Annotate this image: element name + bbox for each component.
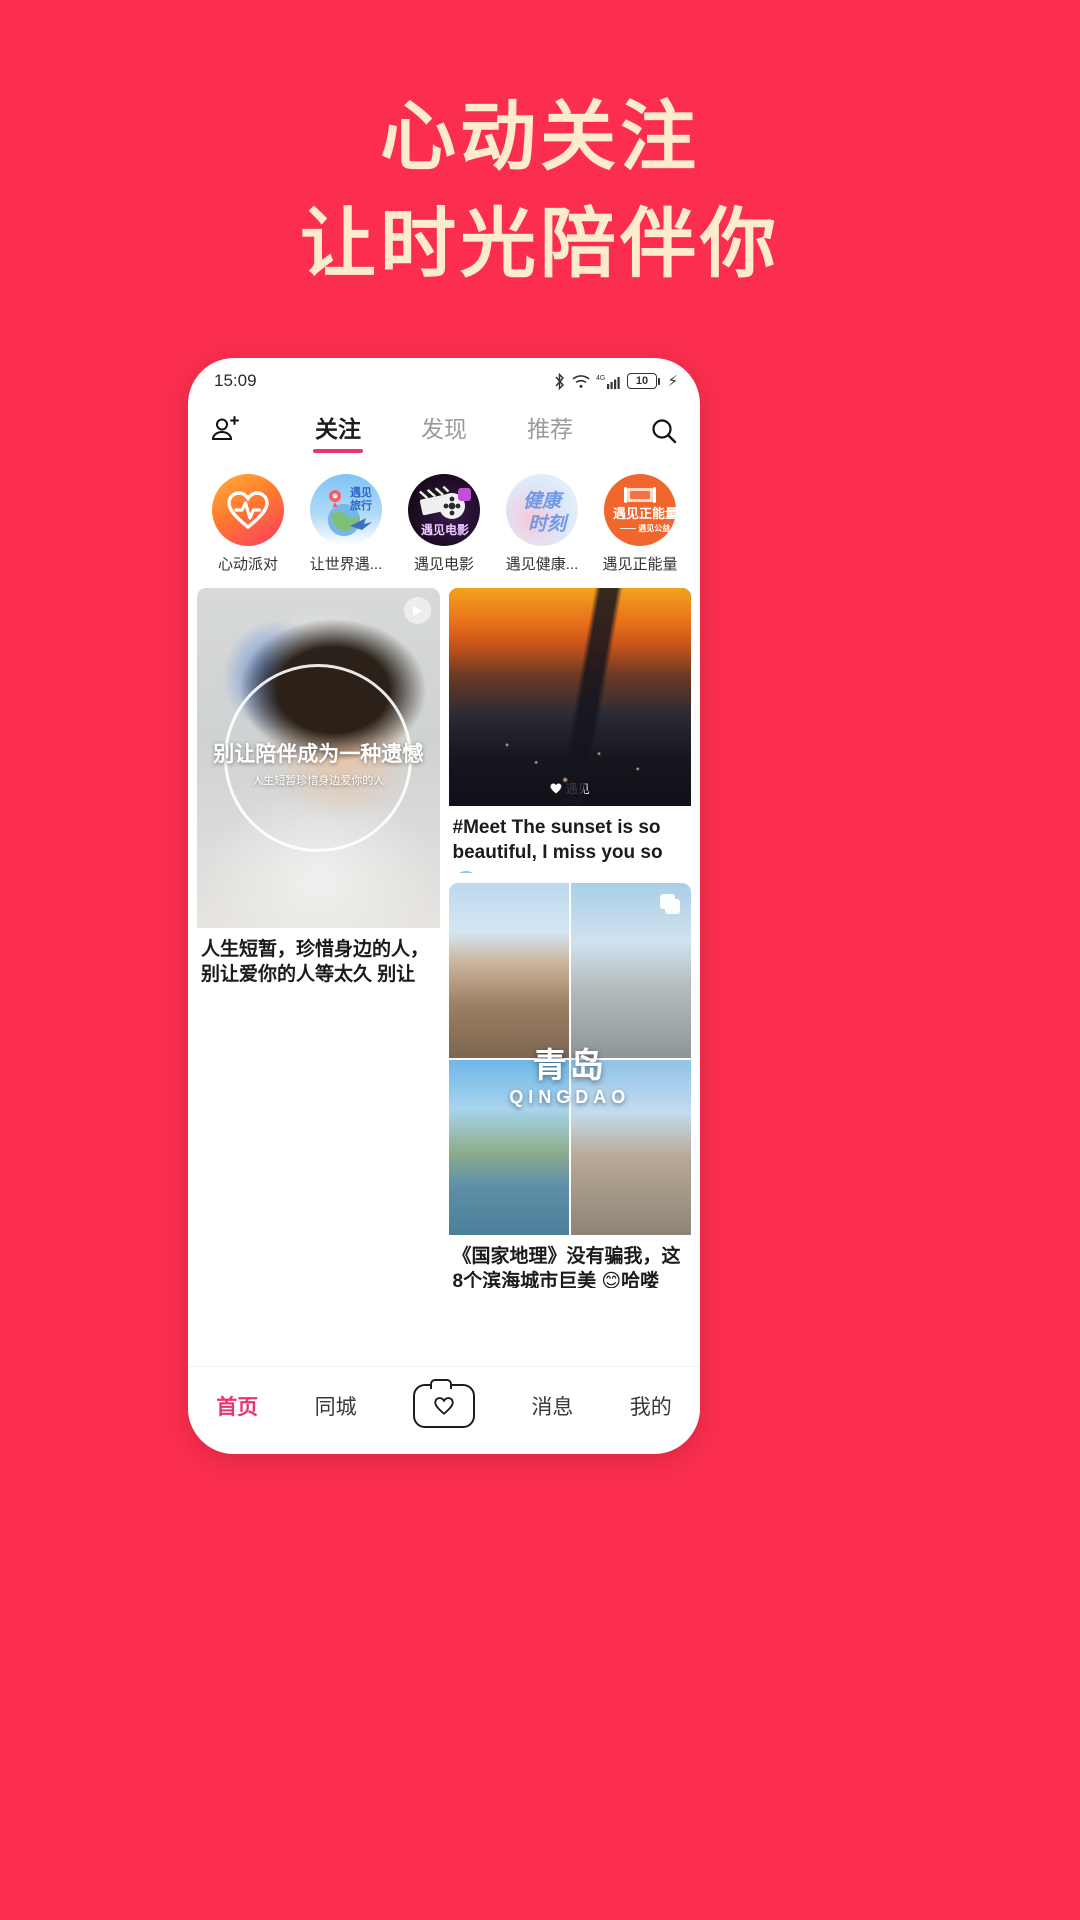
search-icon[interactable] — [632, 417, 678, 445]
svg-text:遇见正能量: 遇见正能量 — [613, 506, 676, 521]
multi-photo-icon — [658, 892, 682, 916]
svg-text:遇见: 遇见 — [350, 486, 372, 499]
bottom-nav-messages[interactable]: 消息 — [531, 1391, 573, 1421]
card-footer: 让世界遇见你 1 — [449, 870, 692, 873]
feed-card[interactable]: 别让陪伴成为一种遗憾 人生短暂珍惜身边爱你的人 人生短暂，珍惜身边的人，别让爱你… — [197, 588, 440, 989]
card-thumbnail[interactable]: 青岛 QINGDAO — [448, 882, 692, 1235]
bluetooth-icon — [555, 372, 564, 390]
svg-text:4G: 4G — [596, 375, 605, 382]
bottom-nav-profile[interactable]: 我的 — [630, 1391, 672, 1421]
svg-text:—— 遇见公益 ——: —— 遇见公益 —— — [620, 523, 676, 533]
bottom-nav-nearby[interactable]: 同城 — [315, 1391, 357, 1421]
story-avatar-movie: 遇见电影 — [408, 474, 480, 546]
story-label: 心动派对 — [217, 556, 278, 573]
svg-text:遇见电影: 遇见电影 — [421, 522, 469, 537]
card-title: 人生短暂，珍惜身边的人，别让爱你的人等太久 别让 — [201, 939, 430, 986]
story-label: 让世界遇... — [309, 556, 383, 573]
add-user-icon[interactable] — [210, 416, 256, 446]
story-item[interactable]: 遇见正能量 —— 遇见公益 —— 遇见正能量 — [594, 474, 686, 574]
card-thumbnail[interactable] — [197, 998, 440, 1288]
image-caption: 青岛 QINGDAO — [449, 1038, 692, 1108]
svg-text:时刻: 时刻 — [528, 513, 569, 535]
signal-4g-icon: 4G — [596, 375, 620, 389]
video-overlay-title: 别让陪伴成为一种遗憾 — [213, 743, 424, 766]
story-label: 遇见健康... — [505, 556, 579, 573]
story-list: 心动派对 遇见 旅行 让世界遇... 遇见电影 遇见电影 健康 时刻 遇见健康.… — [188, 462, 700, 588]
feed-column-left: 别让陪伴成为一种遗憾 人生短暂珍惜身边爱你的人 人生短暂，珍惜身边的人，别让爱你… — [197, 588, 440, 1288]
story-item[interactable]: 遇见电影 遇见电影 — [398, 474, 490, 574]
story-item[interactable]: 健康 时刻 遇见健康... — [496, 474, 588, 574]
feed-card[interactable]: 遇见 #Meet The sunset is so beautiful, I m… — [448, 588, 692, 873]
story-label: 遇见电影 — [413, 556, 474, 573]
play-icon[interactable] — [403, 597, 431, 624]
card-thumbnail[interactable]: 别让陪伴成为一种遗憾 人生短暂珍惜身边爱你的人 — [197, 588, 440, 928]
collage-tile — [448, 882, 569, 1058]
author-avatar[interactable] — [452, 870, 479, 873]
camera-icon[interactable] — [412, 1378, 475, 1428]
top-navigation: 关注 发现 推荐 — [188, 400, 700, 462]
video-overlay-subtitle: 人生短暂珍惜身边爱你的人 — [252, 775, 385, 787]
status-bar: 15:09 4G 10 ⚡ — [188, 358, 700, 400]
svg-text:旅行: 旅行 — [350, 498, 372, 512]
story-label: 遇见正能量 — [602, 556, 678, 573]
story-item[interactable]: 心动派对 — [202, 474, 294, 574]
card-title: 《国家地理》没有骗我，这8个滨海城市巨美 😊哈喽 — [452, 1245, 681, 1288]
content-feed: 别让陪伴成为一种遗憾 人生短暂珍惜身边爱你的人 人生短暂，珍惜身边的人，别让爱你… — [188, 588, 700, 1288]
story-avatar-energy: 遇见正能量 —— 遇见公益 —— — [604, 474, 676, 546]
wifi-icon — [572, 375, 590, 388]
phone-mockup: 15:09 4G 10 ⚡ 关注 发现 推荐 心动派对 遇见 旅行 让世界遇..… — [188, 358, 700, 1454]
battery-tip — [658, 377, 661, 385]
charging-bolt-icon: ⚡ — [667, 373, 678, 390]
story-avatar-travel: 遇见 旅行 — [310, 474, 382, 546]
card-thumbnail[interactable]: 遇见 — [448, 588, 691, 806]
tab-recommend[interactable]: 推荐 — [527, 410, 573, 453]
story-item[interactable]: 遇见 旅行 让世界遇... — [300, 474, 392, 574]
city-name-en: QINGDAO — [509, 1086, 631, 1107]
play-icon[interactable] — [403, 1007, 431, 1035]
promo-headline: 心动关注 让时光陪伴你 — [0, 92, 1080, 291]
feed-card[interactable]: 青岛 QINGDAO 《国家地理》没有骗我，这8个滨海城市巨美 😊哈喽 — [448, 882, 692, 1288]
watermark-text: 遇见 — [565, 782, 590, 796]
city-name-cn: 青岛 — [532, 1046, 607, 1085]
headline-line-1: 心动关注 — [380, 95, 700, 180]
feed-tabs: 关注 发现 推荐 — [256, 410, 632, 453]
bottom-nav-home[interactable]: 首页 — [216, 1391, 258, 1421]
status-icons: 4G 10 ⚡ — [553, 372, 678, 391]
headline-line-2: 让时光陪伴你 — [300, 201, 780, 287]
story-avatar-health: 健康 时刻 — [506, 474, 578, 546]
battery-level: 10 — [626, 373, 657, 389]
feed-card[interactable] — [197, 998, 440, 1288]
status-time: 15:09 — [214, 371, 257, 390]
battery-icon: 10 — [626, 373, 661, 389]
tab-discover[interactable]: 发现 — [421, 410, 467, 453]
tab-follow[interactable]: 关注 — [315, 410, 361, 453]
bottom-navigation: 首页 同城 消息 我的 — [188, 1366, 700, 1454]
watermark: 遇见 — [550, 780, 590, 797]
svg-text:健康: 健康 — [523, 490, 565, 512]
card-title: #Meet The sunset is so beautiful, I miss… — [452, 817, 663, 864]
story-avatar-heart — [212, 474, 284, 546]
feed-column-right: 遇见 #Meet The sunset is so beautiful, I m… — [448, 588, 692, 1288]
